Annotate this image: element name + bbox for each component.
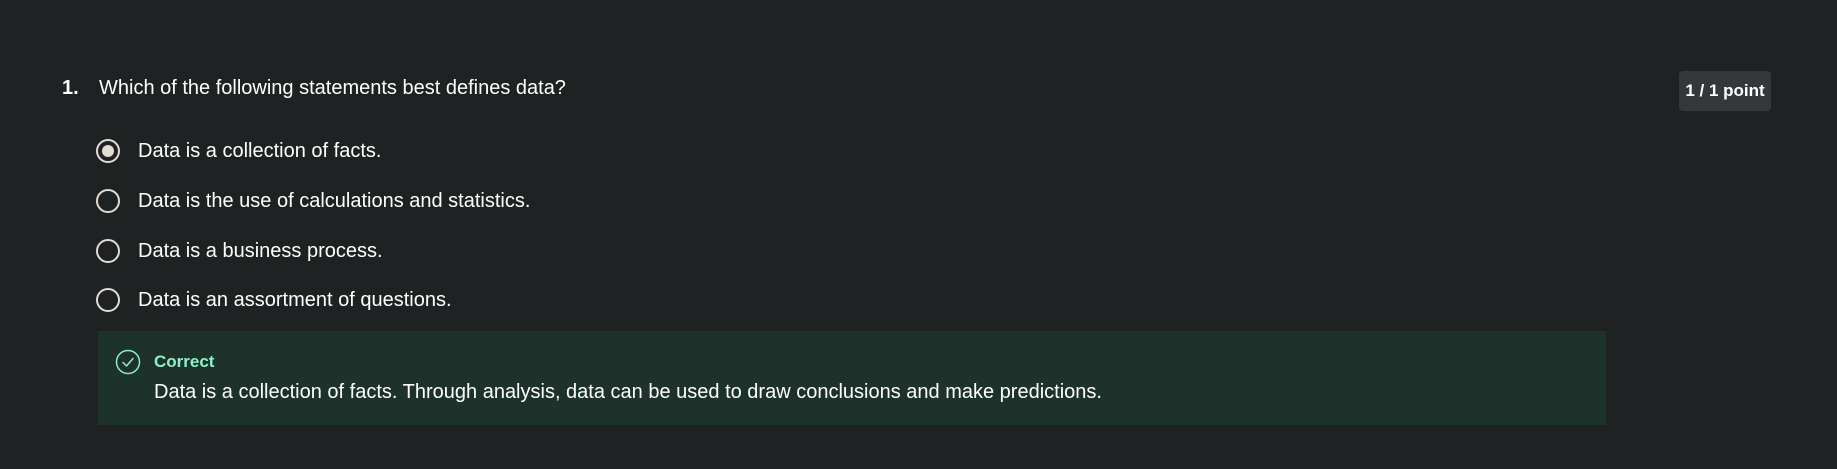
answer-option-4[interactable]: Data is an assortment of questions.: [96, 285, 452, 315]
feedback-text: Data is a collection of facts. Through a…: [154, 381, 1102, 403]
answer-option-2[interactable]: Data is the use of calculations and stat…: [96, 186, 530, 216]
feedback-status: Correct: [154, 352, 215, 371]
answer-option-1[interactable]: Data is a collection of facts.: [96, 136, 381, 166]
feedback-panel: Correct Data is a collection of facts. T…: [98, 331, 1606, 425]
check-circle-icon: [115, 349, 141, 375]
question-text: Which of the following statements best d…: [99, 77, 566, 99]
question-number: 1.: [62, 77, 79, 99]
answer-option-3[interactable]: Data is a business process.: [96, 236, 383, 266]
radio-button[interactable]: [96, 239, 120, 263]
radio-button[interactable]: [96, 288, 120, 312]
option-label: Data is a business process.: [138, 240, 383, 262]
quiz-question: 1. Which of the following statements bes…: [0, 0, 1837, 469]
option-label: Data is an assortment of questions.: [138, 289, 452, 311]
option-label: Data is the use of calculations and stat…: [138, 190, 531, 212]
option-label: Data is a collection of facts.: [138, 140, 382, 162]
radio-button-selected[interactable]: [96, 139, 120, 163]
radio-button[interactable]: [96, 189, 120, 213]
points-badge: 1 / 1 point: [1679, 71, 1771, 111]
